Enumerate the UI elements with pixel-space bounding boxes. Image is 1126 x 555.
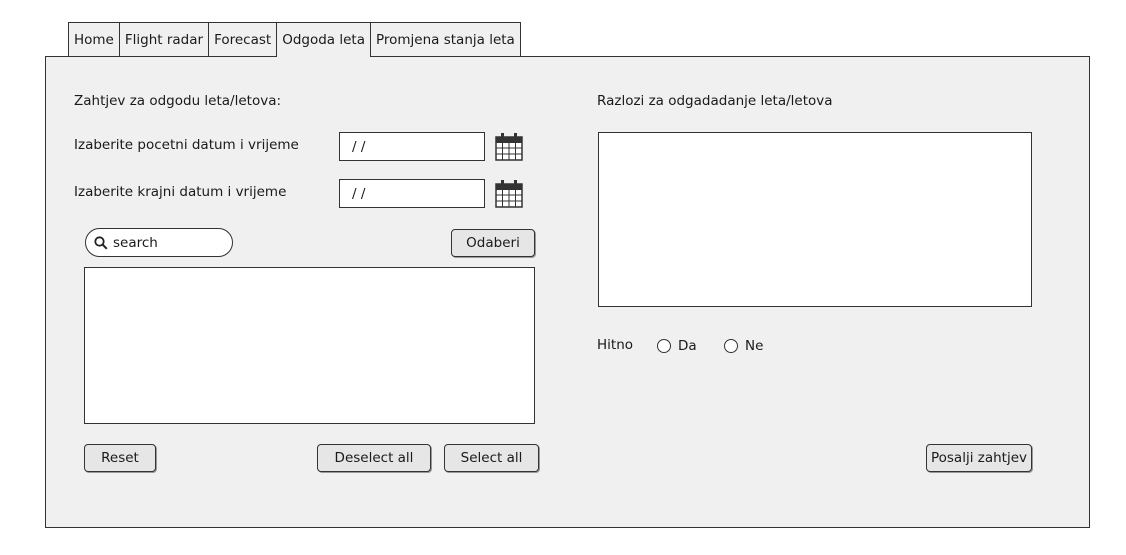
select-all-button[interactable]: Select all: [444, 444, 539, 472]
tab-odgoda-leta[interactable]: Odgoda leta: [276, 22, 370, 57]
end-date-label: Izaberite krajni datum i vrijeme: [74, 184, 287, 200]
start-date-input[interactable]: / /: [339, 132, 485, 161]
main-panel: Zahtjev za odgodu leta/letova: Izaberite…: [45, 56, 1090, 528]
urgent-label: Hitno: [597, 337, 634, 353]
deselect-all-button[interactable]: Deselect all: [317, 444, 431, 472]
radio-yes-label: Da: [678, 338, 697, 354]
radio-no-label: Ne: [745, 338, 764, 354]
radio-option-yes[interactable]: Da: [657, 338, 697, 354]
radio-circle[interactable]: [724, 339, 738, 353]
end-date-input[interactable]: / /: [339, 179, 485, 208]
tab-flight-radar[interactable]: Flight radar: [118, 22, 209, 57]
calendar-icon[interactable]: [494, 132, 524, 162]
radio-circle[interactable]: [657, 339, 671, 353]
reasons-heading: Razlozi za odgadadanje leta/letova: [597, 93, 833, 109]
request-heading: Zahtjev za odgodu leta/letova:: [74, 93, 282, 109]
tab-promjena-stanja-leta[interactable]: Promjena stanja leta: [369, 22, 521, 57]
submit-request-button[interactable]: Posalji zahtjev: [926, 444, 1032, 472]
tab-home[interactable]: Home: [68, 22, 119, 57]
reasons-textarea[interactable]: [598, 132, 1032, 307]
tab-bar: Home Flight radar Forecast Odgoda leta P…: [68, 22, 521, 57]
start-date-label: Izaberite pocetni datum i vrijeme: [74, 137, 299, 153]
search-icon: [94, 235, 108, 250]
calendar-icon[interactable]: [494, 179, 524, 209]
tab-forecast[interactable]: Forecast: [208, 22, 277, 57]
flight-list[interactable]: [84, 267, 535, 424]
search-input[interactable]: search: [85, 228, 233, 257]
search-placeholder: search: [113, 234, 158, 251]
reset-button[interactable]: Reset: [84, 444, 156, 472]
radio-option-no[interactable]: Ne: [724, 338, 763, 354]
select-button[interactable]: Odaberi: [451, 229, 535, 257]
